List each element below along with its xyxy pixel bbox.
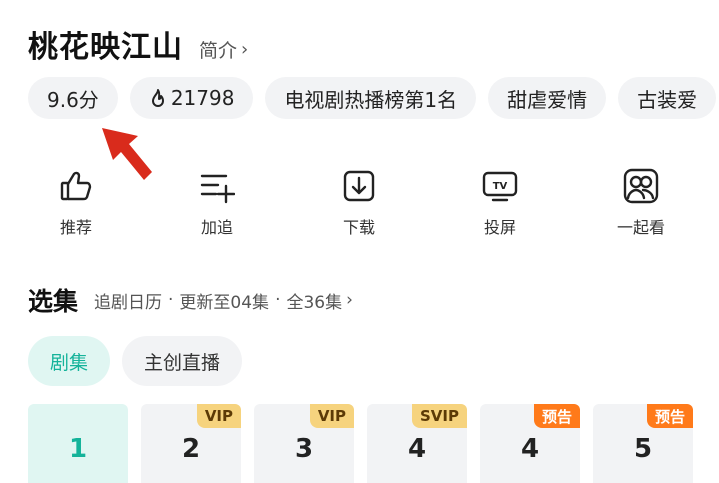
separator-dot: · <box>275 290 281 310</box>
episode-number: 3 <box>294 434 314 464</box>
download-button[interactable]: 下载 <box>314 168 404 238</box>
title-row: 桃花映江山 简介 › <box>28 22 248 66</box>
watch-together-icon <box>623 168 659 204</box>
rating-tag[interactable]: 9.6分 <box>28 77 118 119</box>
episode-number: 4 <box>520 434 540 464</box>
recommend-button[interactable]: 推荐 <box>31 168 121 238</box>
chevron-right-icon: › <box>241 39 249 60</box>
action-bar: 推荐 加追 下载 TV 投屏 一起看 <box>0 168 719 248</box>
preview-badge: 预告 <box>533 404 580 428</box>
rank-tag[interactable]: 电视剧热播榜第1名 <box>265 77 477 119</box>
rating-text: 9.6分 <box>47 87 99 112</box>
preview-badge: 预告 <box>646 404 693 428</box>
total-episodes: 全36集 <box>286 292 343 313</box>
watch-together-button[interactable]: 一起看 <box>596 168 686 238</box>
genre-text: 甜虐爱情 <box>507 87 588 112</box>
episodes-header: 选集 追剧日历 · 更新至04集 · 全36集 › <box>28 282 353 318</box>
episode-tile[interactable]: 1 <box>28 404 128 483</box>
chevron-right-icon: › <box>346 290 353 310</box>
updated-status: 更新至04集 <box>179 292 270 313</box>
tab-creator-live[interactable]: 主创直播 <box>122 336 243 386</box>
section-title: 选集 <box>28 287 79 316</box>
genre-tag-2[interactable]: 古装爱 <box>618 77 717 119</box>
episode-subtabs: 剧集 主创直播 <box>28 336 243 386</box>
calendar-link: 追剧日历 <box>94 292 163 313</box>
download-icon <box>341 168 377 204</box>
episode-tile[interactable]: SVIP 4 <box>367 404 467 483</box>
episode-number: 2 <box>181 434 201 464</box>
episode-number: 4 <box>407 434 427 464</box>
cast-button[interactable]: TV 投屏 <box>455 168 545 238</box>
intro-link[interactable]: 简介 › <box>199 36 248 63</box>
episode-grid: 1 VIP 2 VIP 3 SVIP 4 预告 4 预告 5 <box>28 404 693 483</box>
episodes-meta-link[interactable]: 追剧日历 · 更新至04集 · 全36集 › <box>94 288 353 313</box>
episode-tile[interactable]: 预告 5 <box>593 404 693 483</box>
watch-together-label: 一起看 <box>616 218 665 237</box>
vip-badge: VIP <box>196 404 241 428</box>
flame-icon <box>149 88 167 108</box>
thumbs-up-icon <box>58 168 94 204</box>
show-title: 桃花映江山 <box>28 30 183 65</box>
cast-label: 投屏 <box>483 218 516 237</box>
genre-tag[interactable]: 甜虐爱情 <box>488 77 607 119</box>
episode-number: 1 <box>68 434 88 464</box>
svip-badge: SVIP <box>412 404 467 428</box>
episode-tile[interactable]: VIP 3 <box>254 404 354 483</box>
heat-tag[interactable]: 21798 <box>129 77 254 119</box>
separator-dot: · <box>168 290 174 310</box>
svg-text:TV: TV <box>493 181 508 192</box>
tab-episodes[interactable]: 剧集 <box>28 336 111 386</box>
download-label: 下载 <box>342 218 375 237</box>
follow-button[interactable]: 加追 <box>172 168 262 238</box>
add-to-list-icon <box>199 168 235 204</box>
tv-cast-icon: TV <box>482 168 518 204</box>
tag-row: 9.6分 21798 电视剧热播榜第1名 甜虐爱情 古装爱 <box>28 77 717 119</box>
genre-text-2: 古装爱 <box>637 87 698 112</box>
rank-text: 电视剧热播榜第1名 <box>284 87 458 112</box>
heat-count: 21798 <box>170 86 235 110</box>
intro-label: 简介 <box>199 40 238 62</box>
recommend-label: 推荐 <box>59 218 92 237</box>
follow-label: 加追 <box>200 218 233 237</box>
episode-tile[interactable]: 预告 4 <box>480 404 580 483</box>
episode-number: 5 <box>633 434 653 464</box>
vip-badge: VIP <box>309 404 354 428</box>
episode-tile[interactable]: VIP 2 <box>141 404 241 483</box>
